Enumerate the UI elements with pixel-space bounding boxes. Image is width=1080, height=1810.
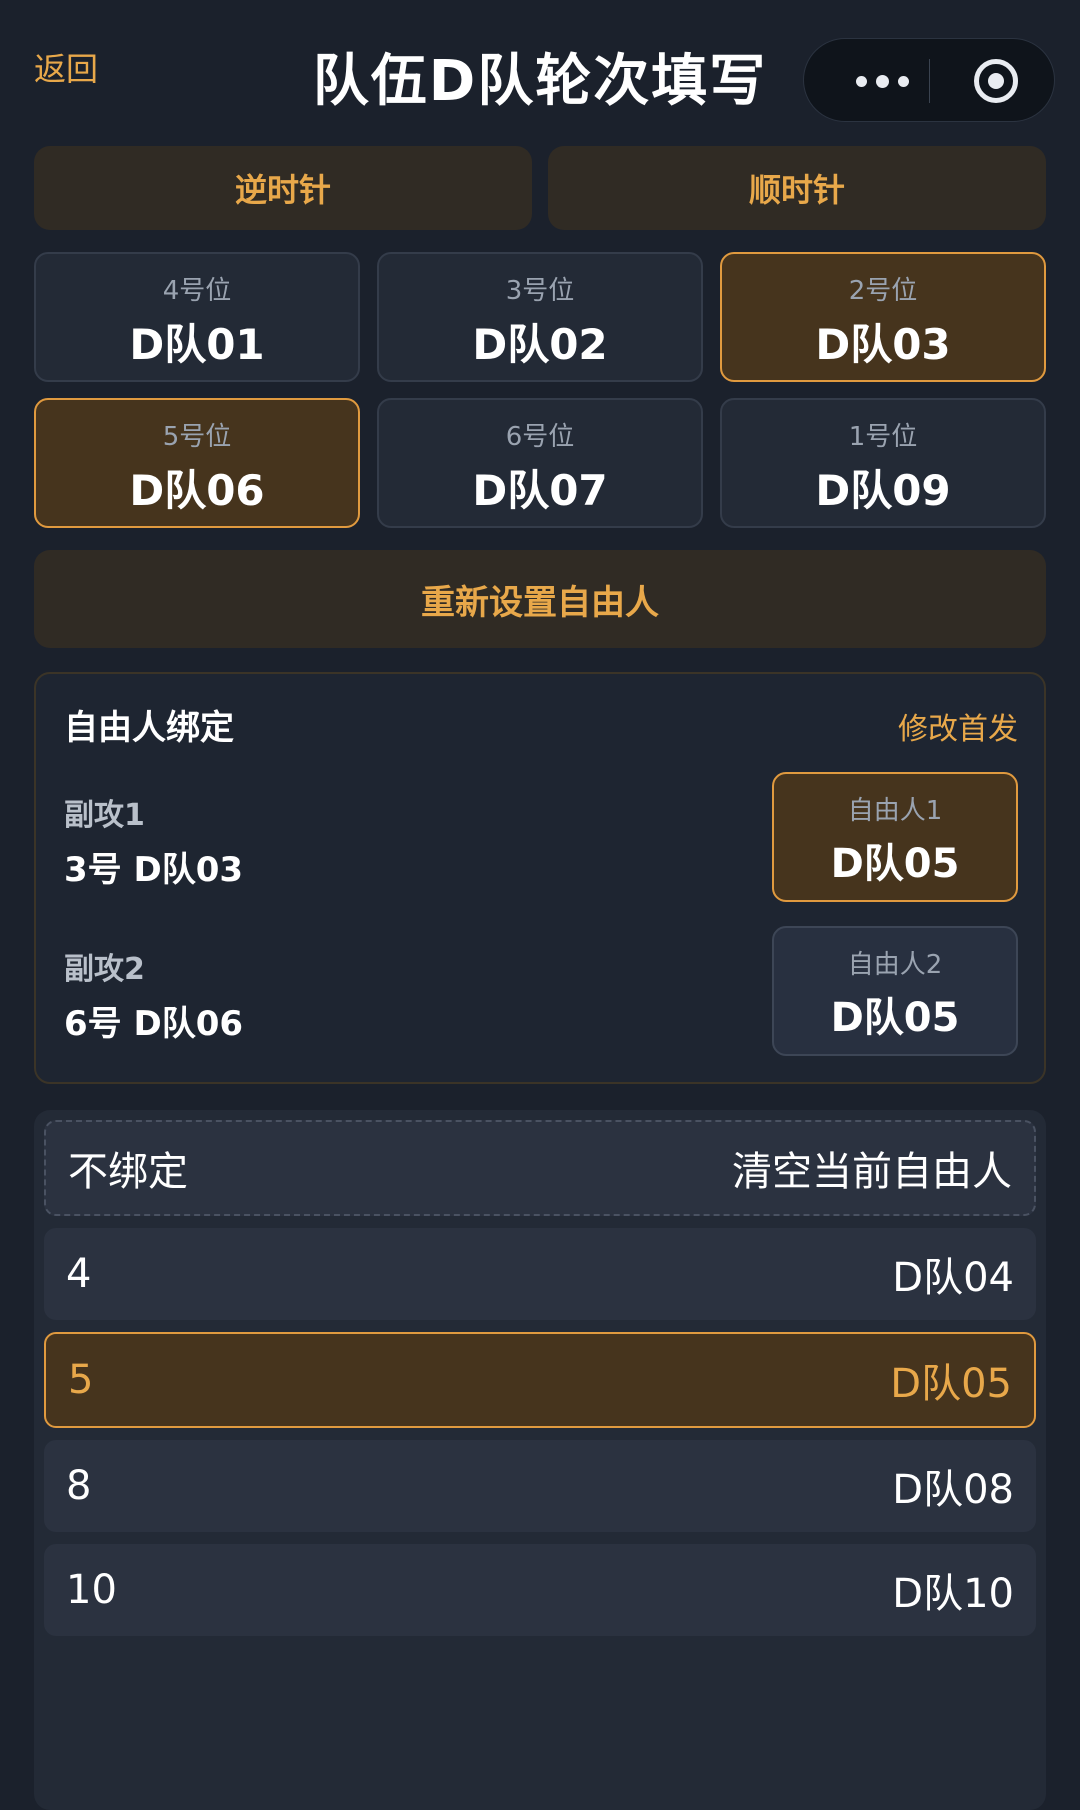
- position-card[interactable]: 4号位 D队01: [34, 252, 360, 382]
- player-name: D队08: [892, 1467, 1014, 1513]
- position-label: 1号位: [848, 422, 918, 452]
- position-player: D队01: [129, 320, 265, 369]
- list-item[interactable]: 10 D队10: [44, 1544, 1036, 1636]
- clockwise-button[interactable]: 顺时针: [548, 146, 1046, 230]
- unbind-option[interactable]: 不绑定 清空当前自由人: [44, 1120, 1036, 1216]
- middle-blocker-value: 6号 D队06: [64, 1004, 244, 1044]
- middle-blocker-label: 副攻2: [64, 952, 145, 987]
- position-label: 6号位: [505, 422, 575, 452]
- capsule-divider: [929, 59, 930, 103]
- player-number: 8: [66, 1463, 92, 1509]
- reset-libero-button[interactable]: 重新设置自由人: [34, 550, 1046, 648]
- mini-program-capsule: [803, 38, 1055, 122]
- player-number: 10: [66, 1567, 117, 1613]
- close-target-icon[interactable]: [974, 59, 1018, 103]
- edit-starters-link[interactable]: 修改首发: [850, 704, 1018, 748]
- position-card[interactable]: 1号位 D队09: [720, 398, 1046, 528]
- player-number: 5: [68, 1357, 94, 1403]
- clear-libero-label: 清空当前自由人: [732, 1149, 1012, 1195]
- position-card[interactable]: 5号位 D队06: [34, 398, 360, 528]
- position-label: 4号位: [162, 276, 232, 306]
- player-name: D队04: [892, 1255, 1014, 1301]
- position-player: D队02: [472, 320, 608, 369]
- position-card[interactable]: 3号位 D队02: [377, 252, 703, 382]
- position-label: 5号位: [162, 422, 232, 452]
- libero-slot-label: 自由人1: [847, 796, 943, 826]
- position-player: D队09: [815, 466, 951, 515]
- list-item[interactable]: 4 D队04: [44, 1228, 1036, 1320]
- middle-blocker-value: 3号 D队03: [64, 850, 244, 890]
- player-name: D队10: [892, 1571, 1014, 1617]
- position-player: D队06: [129, 466, 265, 515]
- position-player: D队07: [472, 466, 608, 515]
- libero-slot-player: D队05: [830, 841, 960, 887]
- unbind-label: 不绑定: [68, 1149, 188, 1195]
- position-card[interactable]: 6号位 D队07: [377, 398, 703, 528]
- player-number: 4: [66, 1251, 92, 1297]
- position-card[interactable]: 2号位 D队03: [720, 252, 1046, 382]
- list-item[interactable]: 5 D队05: [44, 1332, 1036, 1428]
- more-icon[interactable]: [840, 39, 924, 123]
- player-name: D队05: [890, 1361, 1012, 1407]
- counterclockwise-button[interactable]: 逆时针: [34, 146, 532, 230]
- list-item[interactable]: 8 D队08: [44, 1440, 1036, 1532]
- libero-slot-card[interactable]: 自由人1 D队05: [772, 772, 1018, 902]
- libero-slot-label: 自由人2: [847, 950, 943, 980]
- libero-slot-player: D队05: [830, 995, 960, 1041]
- panel-title: 自由人绑定: [64, 708, 234, 748]
- middle-blocker-label: 副攻1: [64, 798, 145, 833]
- position-label: 3号位: [505, 276, 575, 306]
- libero-slot-card[interactable]: 自由人2 D队05: [772, 926, 1018, 1056]
- position-player: D队03: [815, 320, 951, 369]
- position-label: 2号位: [848, 276, 918, 306]
